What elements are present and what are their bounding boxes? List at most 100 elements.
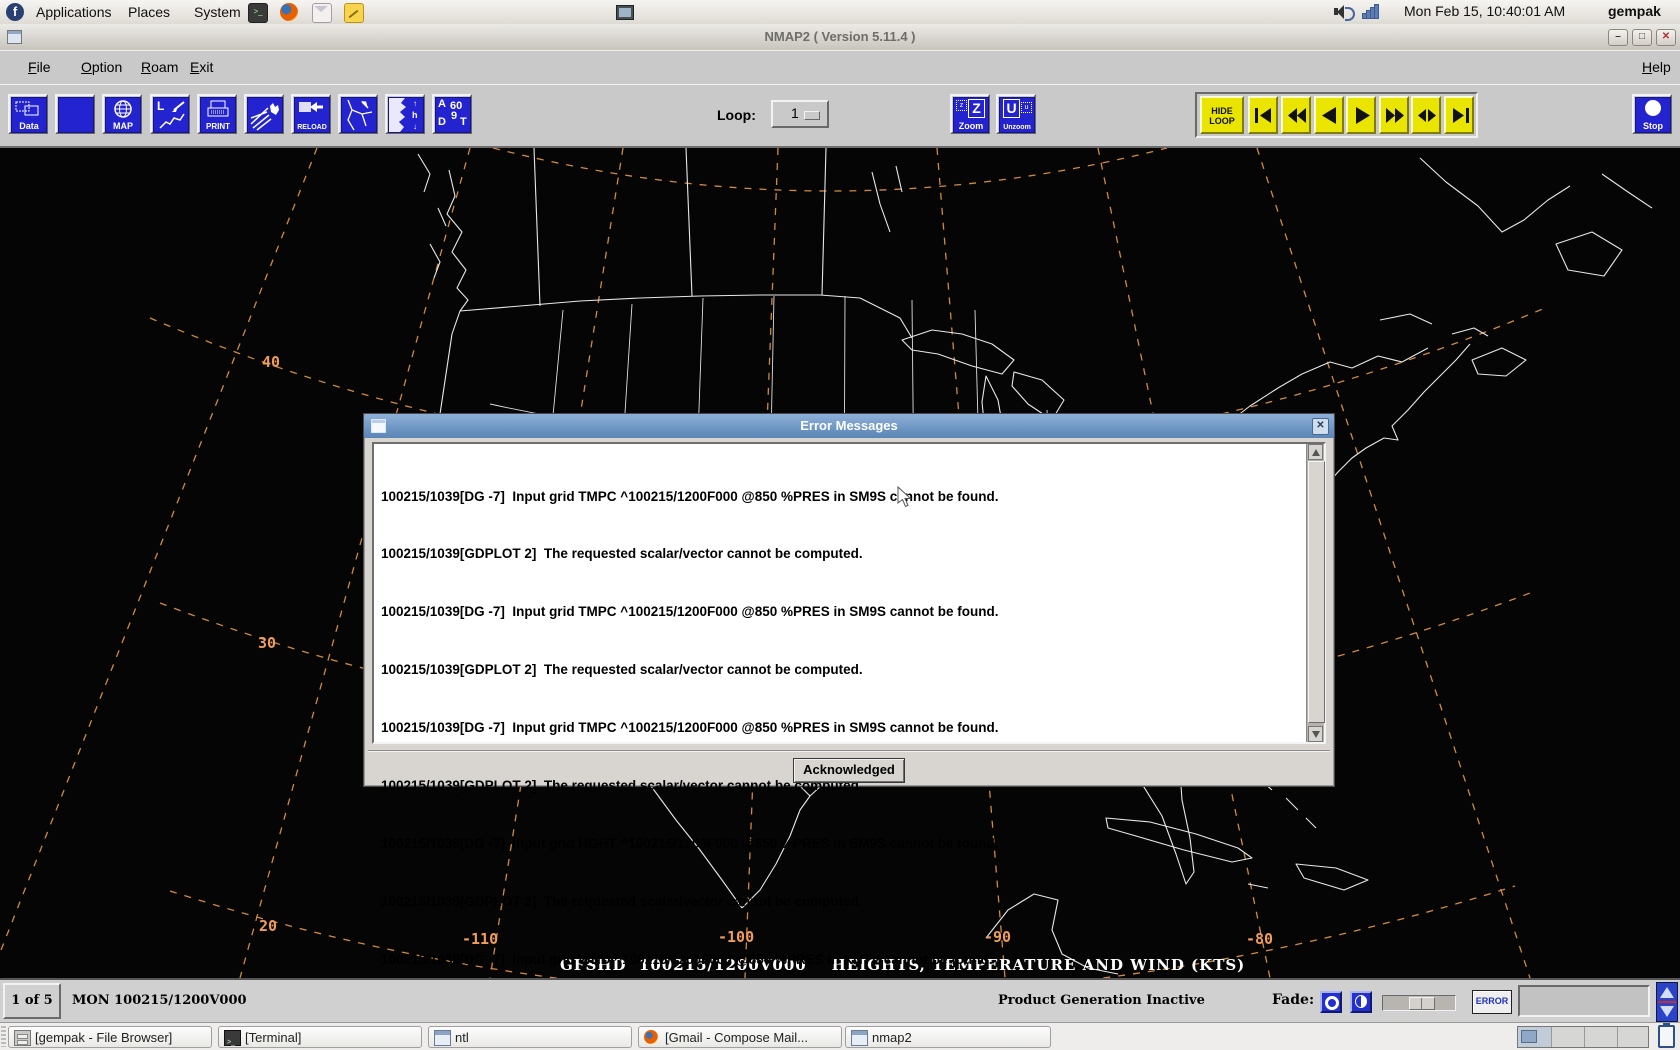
last-frame-button[interactable]	[1444, 96, 1474, 134]
loop-map-icon: L	[153, 97, 189, 133]
error-line: 100215/1039[GDPLOT 2] The requested scal…	[381, 544, 1302, 563]
acknowledged-button[interactable]: Acknowledged	[793, 758, 905, 783]
error-line: 100215/1039[DG -7] Input grid TMPC ^1002…	[381, 718, 1302, 737]
fade-slider[interactable]	[1382, 995, 1456, 1011]
step-back-fast-button[interactable]	[1281, 96, 1311, 134]
svg-text:↓: ↓	[413, 122, 417, 131]
error-line: 100215/1039[DG -7] Input grid TMPC ^1002…	[381, 602, 1302, 621]
lat-label-20: 20	[259, 917, 277, 935]
task-nmap2[interactable]: nmap2	[845, 1026, 1051, 1048]
minimize-button[interactable]: –	[1608, 29, 1628, 46]
workspace-3[interactable]	[1584, 1027, 1618, 1047]
data-source-button[interactable]: Data	[8, 94, 48, 134]
firefox-launcher-icon[interactable]	[280, 3, 298, 21]
vgf-button[interactable]	[338, 94, 378, 134]
error-messages-dialog: Error Messages ✕ 100215/1039[DG -7] Inpu…	[363, 413, 1335, 787]
screen-applet-icon[interactable]	[616, 5, 634, 20]
panel-user[interactable]: gempak	[1608, 3, 1661, 19]
task-ntl[interactable]: ntl	[428, 1026, 632, 1048]
dialog-titlebar[interactable]: Error Messages ✕	[364, 414, 1334, 438]
option-menu-tick	[804, 111, 820, 120]
play-forward-button[interactable]	[1346, 96, 1376, 134]
first-frame-button[interactable]	[1248, 96, 1278, 134]
clipboard-tray-icon[interactable]	[1658, 1025, 1675, 1048]
panel-clock[interactable]: Mon Feb 15, 10:40:01 AM	[1404, 3, 1565, 19]
unzoom-button[interactable]: U u Unzoom	[996, 94, 1036, 134]
fade-label: Fade:	[1272, 992, 1314, 1008]
workspace-1[interactable]	[1518, 1027, 1552, 1047]
clear-button[interactable]	[55, 94, 95, 134]
menubar: File Option Roam Exit Help	[0, 50, 1680, 86]
map-settings-button[interactable]: MAP	[102, 94, 142, 134]
error-line: 100215/1039[GDPLOT 2] The requested scal…	[381, 892, 1302, 911]
fade-slider-thumb[interactable]	[1409, 997, 1435, 1010]
network-signal-icon[interactable]	[1362, 5, 1380, 19]
close-button[interactable]: ✕	[1656, 29, 1676, 46]
taskbar-grip[interactable]	[1, 1026, 6, 1047]
workspace-2[interactable]	[1551, 1027, 1585, 1047]
panel-menu-places[interactable]: Places	[124, 2, 174, 22]
task-file-browser[interactable]: [gempak - File Browser]	[8, 1026, 212, 1048]
menu-help[interactable]: Help	[1642, 59, 1671, 75]
loop-label: Loop:	[717, 107, 756, 123]
fade-image-toggle[interactable]	[1320, 991, 1342, 1013]
mouse-cursor	[897, 486, 913, 508]
rock-loop-button[interactable]	[1411, 96, 1441, 134]
stop-button[interactable]: Stop	[1632, 94, 1672, 134]
station-model-icon: A 60 D 9 T	[435, 97, 471, 133]
printer-icon: PRINT	[200, 97, 236, 133]
notes-launcher-icon[interactable]	[344, 3, 364, 23]
error-indicator-button[interactable]: ERROR	[1472, 990, 1512, 1014]
fedora-menu-icon[interactable]: f	[6, 3, 24, 21]
menu-exit[interactable]: Exit	[190, 59, 213, 75]
spinner-down-icon[interactable]	[1660, 1006, 1674, 1017]
reload-icon: RELOAD	[294, 97, 330, 133]
spinner-up-icon[interactable]	[1660, 987, 1674, 998]
panel-menu-system[interactable]: System	[190, 2, 245, 22]
obs-plot-button[interactable]: A 60 D 9 T	[432, 94, 472, 134]
satellite-image-icon: ↑h↓	[388, 97, 424, 133]
task-terminal[interactable]: [Terminal]	[218, 1026, 422, 1048]
menu-roam[interactable]: Roam	[141, 59, 178, 75]
hide-loop-button[interactable]: Hide Loop	[1200, 96, 1244, 134]
loop-tool-button[interactable]: L	[150, 94, 190, 134]
maximize-button[interactable]: □	[1632, 29, 1652, 46]
workspace-4[interactable]	[1617, 1027, 1650, 1047]
scroll-up-icon[interactable]	[1308, 444, 1323, 460]
zoom-button[interactable]: z Z Zoom	[950, 94, 990, 134]
loop-dropdown[interactable]: 1	[771, 100, 829, 128]
window-icon	[434, 1030, 451, 1046]
product-generation-status: Product Generation Inactive	[998, 993, 1205, 1008]
dialog-separator	[368, 750, 1330, 752]
task-gmail[interactable]: [Gmail - Compose Mail...	[638, 1026, 842, 1048]
menu-option[interactable]: Option	[81, 59, 122, 75]
frame-counter: 1 of 5	[3, 983, 61, 1019]
error-line: 100215/1039[DG -7] Input grid HGHT ^1002…	[381, 834, 1302, 853]
menu-file[interactable]: File	[28, 59, 51, 75]
error-message-list: 100215/1039[DG -7] Input grid TMPC ^1002…	[372, 442, 1326, 744]
fade-graphics-toggle[interactable]	[1350, 991, 1372, 1013]
scroll-down-icon[interactable]	[1308, 726, 1323, 742]
dialog-close-icon[interactable]: ✕	[1312, 418, 1329, 435]
scrollbar-thumb[interactable]	[1308, 461, 1325, 723]
taskbar: [gempak - File Browser] [Terminal] ntl […	[0, 1022, 1680, 1050]
status-message-area	[1518, 985, 1650, 1017]
stop-icon: Stop	[1635, 97, 1671, 133]
reload-button[interactable]: RELOAD	[291, 94, 331, 134]
frame-spinner[interactable]	[1656, 982, 1678, 1022]
front-arrow-icon	[341, 97, 377, 133]
volume-icon[interactable]	[1334, 5, 1350, 19]
dialog-scrollbar[interactable]	[1306, 444, 1324, 742]
step-forward-fast-button[interactable]	[1379, 96, 1409, 134]
panel-menu-applications[interactable]: Applications	[32, 2, 116, 22]
window-title: NMAP2 ( Version 5.11.4 )	[0, 29, 1680, 44]
unzoom-icon: U u Unzoom	[999, 97, 1035, 133]
globe-icon: MAP	[105, 97, 141, 133]
image-adjust-button[interactable]: ↑h↓	[385, 94, 425, 134]
print-button[interactable]: PRINT	[197, 94, 237, 134]
mail-launcher-icon[interactable]	[312, 3, 332, 23]
step-back-button[interactable]	[1314, 96, 1344, 134]
animation-controls: Hide Loop	[1195, 92, 1478, 138]
terminal-launcher-icon[interactable]: >_	[248, 3, 268, 23]
fax-button[interactable]	[244, 94, 284, 134]
